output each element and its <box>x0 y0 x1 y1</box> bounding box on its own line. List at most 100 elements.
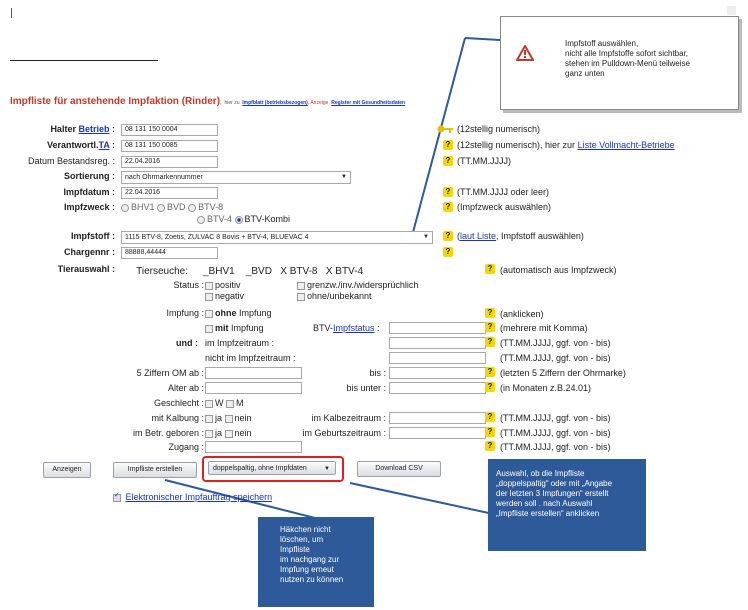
und-label: und : <box>176 338 198 348</box>
zweck-radio-bvd[interactable] <box>157 203 166 212</box>
zweck-radio-btv8[interactable] <box>188 203 197 212</box>
callout-format-text: Auswahl, ob die Impfliste „doppelspaltig… <box>496 469 613 518</box>
seuche-help: (automatisch aus Impfzweck) <box>500 265 617 275</box>
kalbezeitraum-input[interactable] <box>389 412 486 424</box>
help-icon[interactable]: ? <box>443 140 453 150</box>
help-icon[interactable]: ? <box>485 308 495 318</box>
verantw-label: Verantwortl.TA : <box>46 140 115 150</box>
kalbung-nein-checkbox[interactable] <box>224 414 233 423</box>
status-ohne: ohne/unbekannt <box>297 291 372 301</box>
help-icon[interactable]: ? <box>443 187 453 197</box>
negativ-checkbox[interactable] <box>205 292 213 301</box>
help-icon[interactable]: ? <box>485 367 495 377</box>
help-icon[interactable]: ? <box>485 337 495 347</box>
help-icon[interactable]: ? <box>443 231 453 241</box>
sort-select[interactable]: nach Ohrmarkennummer ▼ <box>121 171 351 184</box>
stoff-label: Impfstoff : <box>71 231 115 241</box>
zugang-help: (TT.MM.JJJJ, ggf. von - bis) <box>500 442 611 452</box>
impfung-help: (anklicken) <box>500 309 544 319</box>
alter-label: Alter ab : <box>167 383 204 393</box>
nicht-impfzeitraum-label: nicht im Impfzeitraum : <box>205 353 296 363</box>
format-select[interactable]: doppelspaltig, ohne Impfdaten ▼ <box>208 461 336 475</box>
mit-impfung-checkbox[interactable] <box>205 324 213 333</box>
btv-impfstatus-input[interactable] <box>389 322 486 334</box>
stoff-help: (laut Liste, Impfstoff auswählen) <box>457 231 584 241</box>
halter-help: (12stellig numerisch) <box>457 124 541 134</box>
download-csv-button[interactable]: Download CSV <box>357 461 441 477</box>
zweck-radio-kombi[interactable] <box>234 215 243 224</box>
laut-liste-link[interactable]: laut Liste <box>460 231 496 241</box>
zugang-input[interactable] <box>205 441 302 453</box>
grenz-checkbox[interactable] <box>297 281 305 290</box>
impfdatum-input[interactable]: 22.04.2016 <box>121 187 218 199</box>
help-icon[interactable]: ? <box>485 441 495 451</box>
anzeigen-button[interactable]: Anzeigen <box>43 462 91 478</box>
callout-format: Auswahl, ob die Impfliste „doppelspaltig… <box>488 459 646 551</box>
ohne-unbekannt-checkbox[interactable] <box>297 292 305 301</box>
kalbung-ja-checkbox[interactable] <box>205 414 213 423</box>
datum-label: Datum Bestandsreg. : <box>27 156 115 166</box>
halter-input[interactable]: 08 131 150 0004 <box>121 124 218 136</box>
nicht-impfzeitraum-input[interactable] <box>389 352 486 364</box>
key-icon <box>437 125 453 133</box>
zweck-options-row1: BHV1 BVD BTV-8 <box>121 202 223 212</box>
help-icon[interactable]: ? <box>485 412 495 422</box>
impfblatt-link[interactable]: Impfblatt (betriebsbezogen) <box>242 100 308 106</box>
register-link[interactable]: Register mit Gesundheitsdaten <box>331 100 405 106</box>
zweck-radio-bhv1[interactable] <box>121 203 129 212</box>
help-icon[interactable]: ? <box>485 264 495 274</box>
impfliste-erstellen-button[interactable]: Impfliste erstellen <box>113 462 197 478</box>
seuche-values: _BHV1 _BVD X BTV-8 X BTV-4 <box>203 266 364 277</box>
kalbung-label: mit Kalbung : <box>151 413 204 423</box>
betrieb-link[interactable]: Betrieb <box>78 124 109 134</box>
charge-label: Chargennr : <box>63 247 115 257</box>
positiv-checkbox[interactable] <box>205 281 213 290</box>
halter-label: Halter Betrieb : <box>50 124 115 134</box>
speichern-link[interactable]: Elektronischer Impfauftrag speichern <box>126 492 273 502</box>
impfung-mit: mit Impfung <box>205 323 264 333</box>
geburt-help: (TT.MM.JJJJ, ggf. von - bis) <box>500 428 611 438</box>
ziffern-bis-label: bis : <box>369 368 386 378</box>
geschlecht-m-checkbox[interactable] <box>226 399 235 408</box>
help-icon[interactable]: ? <box>443 247 453 257</box>
kalbung-options: ja nein <box>205 413 252 423</box>
tier-label: Tierauswahl : <box>57 264 115 274</box>
alter-bis-input[interactable] <box>389 382 486 394</box>
page-header: Impfliste für anstehende Impfaktion (Rin… <box>10 96 406 107</box>
geboren-ja-checkbox[interactable] <box>205 429 213 438</box>
speichern-checkbox[interactable]: ✓ <box>113 492 121 502</box>
impfdatum-label: Impfdatum : <box>63 187 116 197</box>
ta-link[interactable]: TA <box>98 140 109 150</box>
zweck-radio-btv4[interactable] <box>197 215 205 224</box>
help-icon[interactable]: ? <box>485 382 495 392</box>
verantw-input[interactable]: 08 131 150 0085 <box>121 140 218 152</box>
help-icon[interactable]: ? <box>443 202 453 212</box>
help-icon[interactable]: ? <box>485 322 495 332</box>
im-impfzeitraum-label: im Impfzeitraum : <box>205 338 275 348</box>
chevron-down-icon: ▼ <box>324 466 330 472</box>
zeitraum-help2: (TT.MM.JJJJ, ggf. von - bis) <box>500 353 611 363</box>
stoff-select[interactable]: 1115 BTV-8, Zoetis, ZULVAC 8 Bovis + BTV… <box>121 231 433 244</box>
impfstatus-link[interactable]: Impfstatus <box>333 323 375 333</box>
callout-haekchen-text: Häkchen nicht löschen, um Impfliste im n… <box>280 525 344 584</box>
status-label: Status : <box>173 280 204 290</box>
help-icon[interactable]: ? <box>485 427 495 437</box>
ziffern-label: 5 Ziffern OM ab : <box>136 368 204 378</box>
impfung-label: Impfung : <box>166 308 204 318</box>
ohne-impfung-checkbox[interactable] <box>205 309 213 318</box>
vollmacht-link[interactable]: Liste Vollmacht-Betriebe <box>578 140 675 150</box>
geburtszeitraum-input[interactable] <box>389 427 486 439</box>
ziffern-ab-input[interactable] <box>205 367 302 379</box>
datum-input[interactable]: 22.04.2016 <box>121 156 218 168</box>
geschlecht-w-checkbox[interactable] <box>205 399 213 408</box>
geboren-nein-checkbox[interactable] <box>224 429 233 438</box>
im-impfzeitraum-input[interactable] <box>389 337 486 349</box>
help-icon[interactable]: ? <box>443 156 453 166</box>
charge-input[interactable]: 88888,44444 <box>121 247 218 259</box>
alter-ab-input[interactable] <box>205 382 302 394</box>
geboren-options: ja nein <box>205 428 252 438</box>
ziffern-bis-input[interactable] <box>389 367 486 379</box>
zweck-label: Impfzweck : <box>63 202 115 212</box>
alter-help: (in Monaten z.B.24.01) <box>500 383 592 393</box>
geschlecht-label: Geschlecht : <box>153 398 204 408</box>
